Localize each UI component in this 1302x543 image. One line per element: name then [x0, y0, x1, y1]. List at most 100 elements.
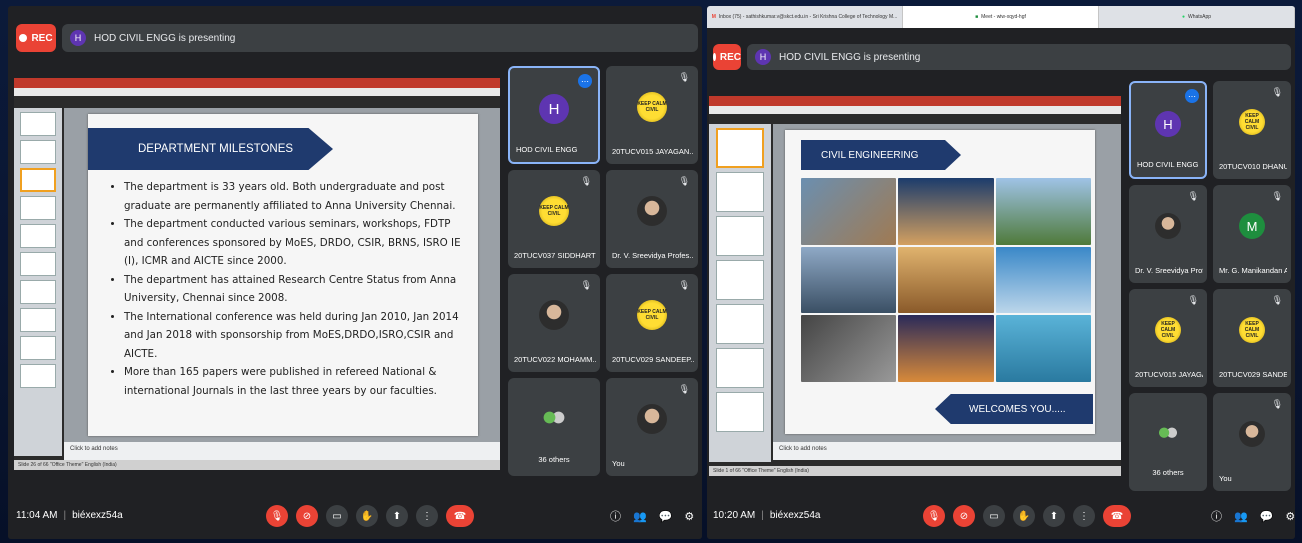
participant-tile[interactable]: M Mr. G. Manikandan Ass... 🎙 — [1213, 185, 1291, 283]
participant-tile[interactable]: 36 others — [508, 378, 600, 476]
slide-thumbnail — [19, 196, 57, 220]
participant-tile[interactable]: KEEP CALM CIVIL 20TUCV029 SANDEEP... 🎙 — [1213, 289, 1291, 387]
slide-thumbnail — [19, 140, 57, 164]
slide: DEPARTMENT MILESTONES The department is … — [88, 114, 478, 436]
present-icon: ⬆ — [392, 510, 402, 522]
participant-tile[interactable]: H HOD CIVIL ENGG ⋯ — [1129, 81, 1207, 179]
participant-tile[interactable]: 36 others — [1129, 393, 1207, 491]
mic-off-button[interactable]: 🎙 — [923, 505, 945, 527]
keep-calm-avatar: KEEP CALM CIVIL — [539, 196, 569, 226]
browser-tab[interactable]: ● WhatsApp — [1099, 6, 1295, 28]
more-icon: ⋮ — [1079, 510, 1089, 522]
participant-name: 20TUCV029 SANDEEP... — [612, 355, 694, 364]
slide-bullet: The department is 33 years old. Both und… — [124, 178, 470, 215]
keep-calm-avatar: KEEP CALM CIVIL — [1239, 317, 1265, 343]
participant-tile[interactable]: Dr. V. Sreevidya Profes... 🎙 — [1129, 185, 1207, 283]
slide-footer: WELCOMES YOU..... — [935, 394, 1093, 424]
call-controls: 🎙 ⊘ ▭ ✋ ⬆ ⋮ ☎ — [923, 505, 1131, 527]
chat-icon[interactable]: 💬 — [1260, 510, 1274, 523]
ppt-status-bar: Slide 1 of 66 "Office Theme" English (In… — [709, 466, 1121, 476]
present-button[interactable]: ⬆ — [1043, 505, 1065, 527]
whatsapp-icon: ● — [1181, 14, 1185, 20]
raise-hand-button[interactable]: ✋ — [1013, 505, 1035, 527]
others-avatar-group — [1155, 421, 1181, 447]
camera-off-button[interactable]: ⊘ — [296, 505, 318, 527]
leave-call-button[interactable]: ☎ — [446, 505, 474, 527]
participant-photo — [539, 300, 569, 330]
collage-photo — [898, 178, 994, 245]
participant-tile[interactable]: KEEP CALM CIVIL 20TUCV037 SIDDHARTH 🎙 — [508, 170, 600, 268]
participant-photo — [637, 404, 667, 434]
ppt-status-bar: Slide 26 of 66 "Office Theme" English (I… — [14, 460, 500, 470]
chat-icon[interactable]: 💬 — [659, 510, 673, 523]
browser-tab-active[interactable]: ■ Meet - wiw-xqyd-hgf — [903, 6, 1099, 28]
people-icon[interactable]: 👥 — [1234, 510, 1248, 523]
participant-tile[interactable]: KEEP CALM CIVIL 20TUCV010 DHANUSH... 🎙 — [1213, 81, 1291, 179]
presenter-avatar: H — [70, 30, 86, 46]
browser-tab-strip: M Inbox (75) - sathishkumar.v@skct.edu.in… — [707, 6, 1295, 28]
right-meet-window: M Inbox (75) - sathishkumar.v@skct.edu.in… — [707, 6, 1295, 539]
side-controls: ⓘ 👥 💬 ⚙ — [1211, 508, 1295, 524]
more-options-button[interactable]: ⋮ — [1073, 505, 1095, 527]
slide-thumbnail — [19, 364, 57, 388]
ppt-ribbon — [709, 96, 1121, 114]
participant-name: 36 others — [538, 455, 570, 464]
participant-name: 20TUCV015 JAYAGAN... — [612, 147, 694, 156]
camera-off-icon: ⊘ — [302, 510, 312, 522]
meet-bottom-bar: 10:20 AM | biéxexz54a 🎙 ⊘ ▭ ✋ ⬆ ⋮ ☎ ⓘ 👥 💬 … — [707, 493, 1295, 539]
muted-mic-icon: 🎙 — [678, 384, 690, 394]
participant-name: HOD CIVIL ENGG — [516, 145, 578, 154]
info-icon[interactable]: ⓘ — [1211, 508, 1222, 524]
present-button[interactable]: ⬆ — [386, 505, 408, 527]
participant-avatar: H — [539, 94, 569, 124]
participant-photo — [1155, 213, 1181, 239]
participant-tile[interactable]: KEEP CALM CIVIL 20TUCV015 JAYAGAN... 🎙 — [1129, 289, 1207, 387]
meeting-code: biéxexz54a — [769, 510, 821, 521]
more-options-button[interactable]: ⋮ — [416, 505, 438, 527]
hand-icon: ✋ — [360, 510, 374, 522]
muted-mic-icon: 🎙 — [678, 72, 690, 82]
mic-off-button[interactable]: 🎙 — [266, 505, 288, 527]
participant-photo — [637, 196, 667, 226]
participant-name: You — [612, 459, 625, 468]
participant-tile[interactable]: KEEP CALM CIVIL 20TUCV029 SANDEEP... 🎙 — [606, 274, 698, 372]
slide-thumbnail — [19, 336, 57, 360]
slide-title: CIVIL ENGINEERING — [801, 140, 961, 170]
slide-thumbnail-selected — [19, 168, 57, 192]
captions-button[interactable]: ▭ — [326, 505, 348, 527]
rec-indicator: REC — [713, 44, 741, 70]
collage-photo — [898, 315, 994, 382]
slide-thumbnail — [716, 348, 764, 388]
participant-tile[interactable]: 20TUCV022 MOHAMM... 🎙 — [508, 274, 600, 372]
notes-field[interactable]: Click to add notes — [773, 442, 1121, 460]
people-icon[interactable]: 👥 — [633, 510, 647, 523]
participant-tile[interactable]: You 🎙 — [606, 378, 698, 476]
slide-title: DEPARTMENT MILESTONES — [88, 128, 333, 170]
raise-hand-button[interactable]: ✋ — [356, 505, 378, 527]
captions-button[interactable]: ▭ — [983, 505, 1005, 527]
browser-tab[interactable]: M Inbox (75) - sathishkumar.v@skct.edu.in… — [707, 6, 903, 28]
slide-bullet: The International conference was held du… — [124, 308, 470, 364]
participant-name: 20TUCV022 MOHAMM... — [514, 355, 596, 364]
meeting-info: 11:04 AM | biéxexz54a — [16, 510, 123, 521]
notes-field[interactable]: Click to add notes — [64, 442, 500, 460]
call-controls: 🎙 ⊘ ▭ ✋ ⬆ ⋮ ☎ — [266, 505, 474, 527]
collage-photo — [801, 315, 897, 382]
participant-tile[interactable]: You 🎙 — [1213, 393, 1291, 491]
keep-calm-avatar: KEEP CALM CIVIL — [637, 300, 667, 330]
participant-tile[interactable]: KEEP CALM CIVIL 20TUCV015 JAYAGAN... 🎙 — [606, 66, 698, 164]
participant-tile[interactable]: Dr. V. Sreevidya Profes... 🎙 — [606, 170, 698, 268]
info-icon[interactable]: ⓘ — [610, 508, 621, 524]
activities-icon[interactable]: ⚙ — [1285, 510, 1295, 523]
camera-off-button[interactable]: ⊘ — [953, 505, 975, 527]
participant-tile[interactable]: H HOD CIVIL ENGG ⋯ — [508, 66, 600, 164]
muted-mic-icon: 🎙 — [580, 176, 592, 186]
rec-indicator: REC — [16, 24, 56, 52]
slide-canvas: DEPARTMENT MILESTONES The department is … — [64, 108, 500, 442]
hangup-icon: ☎ — [453, 510, 467, 522]
presenting-text: HOD CIVIL ENGG is presenting — [94, 32, 236, 44]
slide-thumbnail — [19, 224, 57, 248]
activities-icon[interactable]: ⚙ — [684, 510, 694, 523]
collage-photo — [801, 246, 897, 314]
leave-call-button[interactable]: ☎ — [1103, 505, 1131, 527]
